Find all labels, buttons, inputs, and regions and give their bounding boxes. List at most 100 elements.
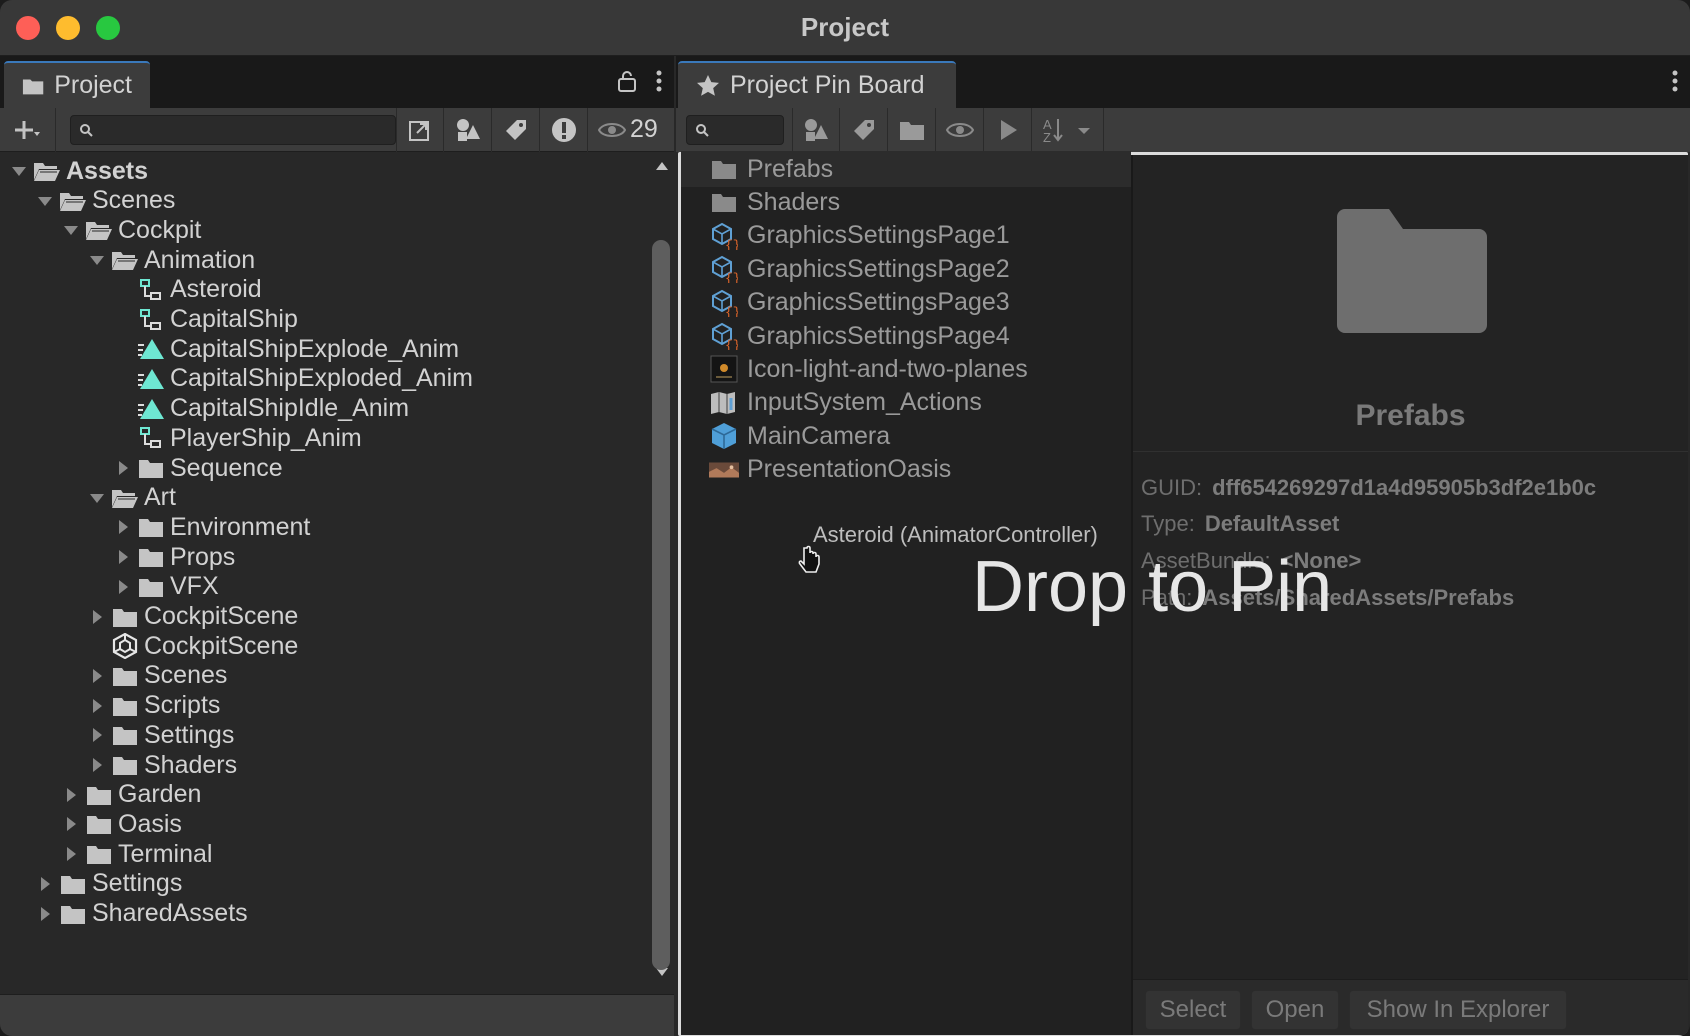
scroll-up-arrow-icon[interactable]	[654, 160, 670, 172]
pin-item[interactable]: PresentationOasis	[681, 452, 1131, 488]
pin-item[interactable]: {} GraphicsSettingsPage3	[681, 285, 1131, 321]
pin-item[interactable]: InputSystem_Actions	[681, 385, 1131, 421]
tab-project[interactable]: Project	[4, 61, 150, 108]
tree-item[interactable]: Art	[84, 482, 176, 514]
project-search-input[interactable]	[70, 114, 396, 145]
create-button[interactable]	[0, 107, 56, 152]
pin-item-label: GraphicsSettingsPage1	[747, 221, 1010, 250]
filter-by-log-type-button[interactable]	[540, 107, 588, 152]
tree-item-label: SharedAssets	[92, 899, 248, 927]
select-button[interactable]: Select	[1145, 990, 1241, 1030]
pin-item[interactable]: Icon-light-and-two-planes	[681, 351, 1131, 387]
expand-arrow-right-icon[interactable]	[32, 868, 58, 900]
folder-icon	[136, 452, 166, 484]
folder-icon	[709, 186, 739, 218]
tree-item[interactable]: Shaders	[84, 749, 237, 781]
expand-arrow-right-icon[interactable]	[58, 808, 84, 840]
expand-arrow-right-icon[interactable]	[84, 660, 110, 692]
show-in-explorer-button[interactable]: Show In Explorer	[1349, 990, 1567, 1030]
expand-arrow-down-icon[interactable]	[32, 185, 58, 217]
tree-item-label: Scenes	[144, 661, 228, 690]
tree-item[interactable]: CockpitScene	[84, 630, 298, 662]
expand-arrow-right-icon[interactable]	[58, 779, 84, 811]
folder-open-icon	[58, 185, 88, 217]
tree-item[interactable]: PlayerShip_Anim	[110, 422, 362, 454]
expand-arrow-right-icon[interactable]	[110, 541, 136, 573]
pin-filter-folder-button[interactable]	[888, 108, 936, 152]
pin-board-search-input[interactable]	[686, 115, 784, 145]
inspector-asset-name: Prefabs	[1355, 399, 1466, 432]
expand-arrow-down-icon[interactable]	[58, 214, 84, 246]
tree-item[interactable]: Environment	[110, 511, 310, 543]
pin-item[interactable]: MainCamera	[681, 418, 1131, 454]
pin-item[interactable]: {} GraphicsSettingsPage4	[681, 318, 1131, 354]
lock-icon[interactable]	[616, 70, 638, 92]
more-options-icon[interactable]	[1672, 70, 1678, 92]
tree-item[interactable]: Animation	[84, 244, 255, 276]
prefab-cube-icon	[709, 420, 739, 452]
tree-item[interactable]: Settings	[32, 868, 182, 900]
pin-ping-button[interactable]	[984, 108, 1032, 152]
tree-item[interactable]: Terminal	[58, 838, 212, 870]
tag-icon	[853, 120, 874, 140]
search-by-scene-button[interactable]	[396, 107, 444, 152]
tree-item[interactable]: Scenes	[32, 185, 175, 217]
expand-arrow-down-icon[interactable]	[84, 244, 110, 276]
expand-arrow-right-icon[interactable]	[84, 719, 110, 751]
tree-item[interactable]: CockpitScene	[84, 601, 298, 633]
tree-item[interactable]: Sequence	[110, 452, 283, 484]
pin-visibility-button[interactable]	[936, 108, 984, 152]
folder-icon	[22, 79, 44, 94]
tree-item-label: CapitalShipIdle_Anim	[170, 394, 410, 423]
tab-project-pin-board[interactable]: Project Pin Board	[678, 61, 956, 108]
sort-button[interactable]: AZ	[1032, 108, 1104, 152]
tree-item[interactable]: CapitalShipIdle_Anim	[110, 393, 409, 425]
drag-cursor-icon	[798, 545, 820, 573]
folder-open-icon	[110, 244, 140, 276]
more-options-icon[interactable]	[656, 70, 662, 92]
tree-item[interactable]: CapitalShipExplode_Anim	[110, 333, 459, 365]
tree-item-label: Settings	[92, 869, 183, 898]
expand-arrow-right-icon[interactable]	[32, 898, 58, 930]
tree-item[interactable]: VFX	[110, 571, 219, 603]
tree-item-label: Scenes	[92, 186, 176, 215]
pin-item[interactable]: Prefabs	[681, 151, 1131, 187]
tree-item[interactable]: SharedAssets	[32, 898, 248, 930]
pin-item[interactable]: {} GraphicsSettingsPage1	[681, 218, 1131, 254]
tree-item[interactable]: Scripts	[84, 690, 220, 722]
large-folder-icon	[1337, 209, 1487, 333]
expand-arrow-down-icon[interactable]	[6, 155, 32, 187]
hidden-packages-toggle[interactable]: 29	[588, 115, 658, 144]
tree-item[interactable]: CapitalShip	[110, 304, 298, 336]
expand-arrow-right-icon[interactable]	[110, 511, 136, 543]
tree-item[interactable]: Oasis	[58, 808, 182, 840]
expand-arrow-right-icon[interactable]	[110, 571, 136, 603]
tree-item[interactable]: Scenes	[84, 660, 227, 692]
tree-item[interactable]: Garden	[58, 779, 201, 811]
filter-by-label-button[interactable]	[492, 107, 540, 152]
expand-arrow-right-icon[interactable]	[58, 838, 84, 870]
expand-arrow-right-icon[interactable]	[84, 749, 110, 781]
expand-arrow-right-icon[interactable]	[84, 690, 110, 722]
open-button[interactable]: Open	[1251, 990, 1339, 1030]
tree-item[interactable]: CapitalShipExploded_Anim	[110, 363, 473, 395]
tree-item[interactable]: Asteroid	[110, 274, 262, 306]
folder-icon	[110, 601, 140, 633]
expand-arrow-right-icon[interactable]	[110, 452, 136, 484]
expand-arrow-down-icon[interactable]	[84, 482, 110, 514]
folder-icon	[84, 779, 114, 811]
filter-by-type-button[interactable]	[444, 107, 492, 152]
pin-filter-label-button[interactable]	[840, 108, 888, 152]
tree-item[interactable]: Cockpit	[58, 214, 201, 246]
pin-filter-type-button[interactable]	[792, 108, 840, 152]
scrollbar-thumb[interactable]	[652, 240, 670, 970]
pin-item[interactable]: {} GraphicsSettingsPage2	[681, 251, 1131, 287]
pin-item[interactable]: Shaders	[681, 184, 1131, 220]
tree-item[interactable]: Props	[110, 541, 235, 573]
tree-item[interactable]: Settings	[84, 719, 234, 751]
eye-icon	[945, 123, 974, 137]
tree-item[interactable]: Assets	[6, 155, 148, 187]
window-title: Project	[800, 12, 890, 42]
expand-arrow-right-icon[interactable]	[84, 601, 110, 633]
tree-item-label: Cockpit	[118, 215, 202, 244]
